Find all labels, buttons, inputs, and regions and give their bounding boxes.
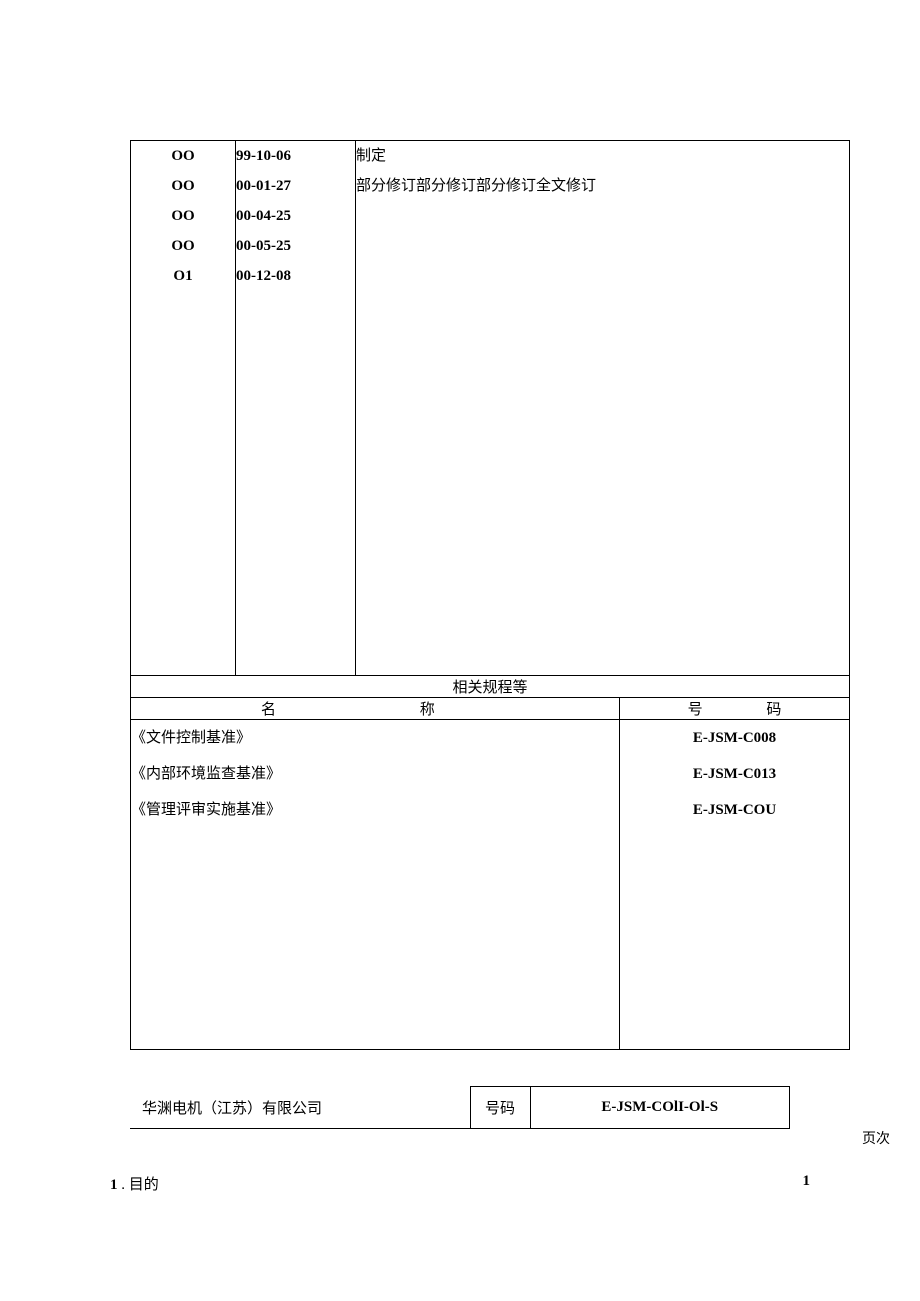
rev-date: 99-10-06: [236, 141, 355, 171]
related-name: 《文件控制基准》: [131, 720, 619, 756]
revision-desc-cell: 制定 部分修订部分修订部分修订全文修订: [356, 141, 850, 676]
related-code: E-JSM-C008: [620, 720, 849, 756]
name-header: 名 称: [131, 698, 620, 720]
revision-row: OO OO OO OO O1 99-10-06 00-01-27 00-04-2…: [131, 141, 850, 676]
section-header: 相关规程等: [131, 676, 850, 698]
code-char1: 号: [688, 698, 703, 719]
name-char1: 名: [261, 698, 276, 719]
footer-area: 华渊电机（江苏）有限公司 号码 E-JSM-COlI-Ol-S 页次: [130, 1086, 850, 1129]
rev-code: OO: [131, 201, 235, 231]
rev-date: 00-01-27: [236, 171, 355, 201]
code-header: 号 码: [620, 698, 850, 720]
main-table: OO OO OO OO O1 99-10-06 00-01-27 00-04-2…: [130, 140, 850, 1050]
bottom-row: 1 . 目的 1: [110, 1173, 850, 1194]
purpose-text: 目的: [129, 1177, 159, 1193]
revision-codes-cell: OO OO OO OO O1: [131, 141, 236, 676]
related-name: 《管理评审实施基准》: [131, 792, 619, 828]
rev-code: OO: [131, 171, 235, 201]
rev-date: 00-12-08: [236, 261, 355, 291]
purpose-num: 1: [110, 1177, 118, 1193]
name-char2: 称: [420, 698, 435, 719]
purpose-heading: 1 . 目的: [110, 1173, 159, 1194]
rev-date: 00-05-25: [236, 231, 355, 261]
rev-desc-line1: 制定: [356, 141, 849, 171]
related-names-cell: 《文件控制基准》 《内部环境监查基准》 《管理评审实施基准》: [131, 720, 620, 1050]
code-char2: 码: [766, 698, 781, 719]
revision-dates-cell: 99-10-06 00-01-27 00-04-25 00-05-25 00-1…: [236, 141, 356, 676]
rev-date: 00-04-25: [236, 201, 355, 231]
footer-row: 华渊电机（江苏）有限公司 号码 E-JSM-COlI-Ol-S: [130, 1087, 790, 1129]
page-number: 1: [803, 1173, 811, 1194]
related-codes-cell: E-JSM-C008 E-JSM-C013 E-JSM-COU: [620, 720, 850, 1050]
rev-code: O1: [131, 261, 235, 291]
column-header-row: 名 称 号 码: [131, 698, 850, 720]
section-header-row: 相关规程等: [131, 676, 850, 698]
rev-code: OO: [131, 141, 235, 171]
footer-company: 华渊电机（江苏）有限公司: [130, 1087, 470, 1129]
purpose-dot: .: [118, 1177, 129, 1193]
related-name: 《内部环境监查基准》: [131, 756, 619, 792]
page-label: 页次: [862, 1128, 890, 1148]
footer-code: E-JSM-COlI-Ol-S: [530, 1087, 790, 1129]
rev-desc-line2: 部分修订部分修订部分修订全文修订: [356, 171, 849, 201]
footer-table: 华渊电机（江苏）有限公司 号码 E-JSM-COlI-Ol-S: [130, 1086, 790, 1129]
rev-code: OO: [131, 231, 235, 261]
related-code: E-JSM-C013: [620, 756, 849, 792]
footer-label: 号码: [470, 1087, 530, 1129]
related-body-row: 《文件控制基准》 《内部环境监查基准》 《管理评审实施基准》 E-JSM-C00…: [131, 720, 850, 1050]
related-code: E-JSM-COU: [620, 792, 849, 828]
